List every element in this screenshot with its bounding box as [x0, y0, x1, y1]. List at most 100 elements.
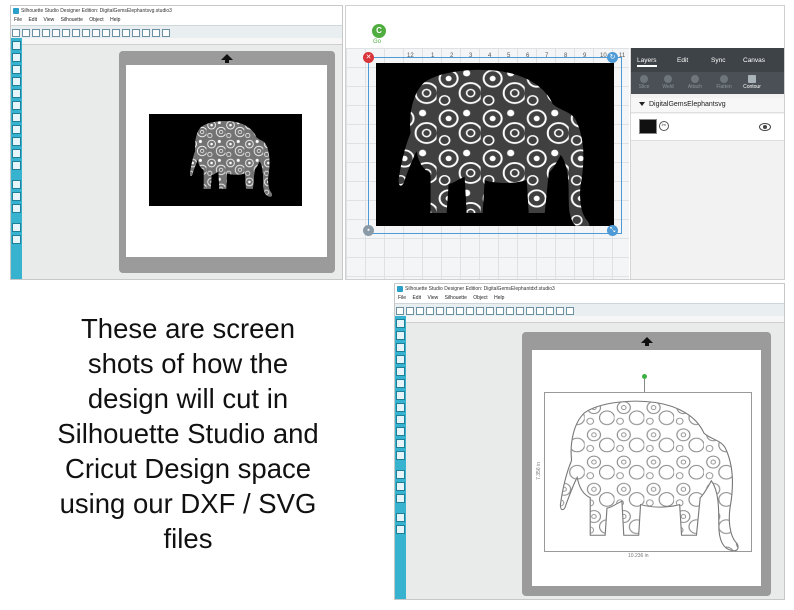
redo-icon[interactable]: [476, 307, 484, 315]
select-all-icon[interactable]: [102, 29, 110, 37]
group-icon[interactable]: [496, 307, 504, 315]
ungroup-icon[interactable]: [122, 29, 130, 37]
curve-tool-icon[interactable]: [12, 113, 21, 122]
selection-bounding-box[interactable]: [368, 57, 622, 234]
menu-edit[interactable]: Edit: [28, 17, 37, 23]
print-icon[interactable]: [426, 307, 434, 315]
paste-icon[interactable]: [72, 29, 80, 37]
ellipse-tool-icon[interactable]: [396, 367, 405, 376]
copy-icon[interactable]: [62, 29, 70, 37]
tab-canvas[interactable]: Canvas: [743, 57, 765, 64]
menu-silhouette[interactable]: Silhouette: [61, 17, 83, 23]
text-tool-icon[interactable]: [396, 415, 405, 424]
undo-icon[interactable]: [82, 29, 90, 37]
polygon-tool-icon[interactable]: [396, 379, 405, 388]
slice-button[interactable]: Slice: [633, 74, 655, 90]
print-icon[interactable]: [42, 29, 50, 37]
send-panel-icon[interactable]: [396, 513, 405, 522]
eraser-tool-icon[interactable]: [396, 427, 405, 436]
send-panel-icon[interactable]: [12, 223, 21, 232]
weld-button[interactable]: Weld: [657, 74, 679, 90]
rectangle-tool-icon[interactable]: [12, 77, 21, 86]
edit-points-tool-icon[interactable]: [396, 331, 405, 340]
undo-icon[interactable]: [466, 307, 474, 315]
select-all-icon[interactable]: [486, 307, 494, 315]
resize-handle-icon[interactable]: ⤡: [607, 225, 618, 236]
tab-sync[interactable]: Sync: [711, 57, 725, 64]
line-tool-icon[interactable]: [396, 343, 405, 352]
zoom-out-icon[interactable]: [526, 307, 534, 315]
cut-icon[interactable]: [436, 307, 444, 315]
layer-item[interactable]: ✂: [631, 114, 784, 141]
open-file-icon[interactable]: [22, 29, 30, 37]
menu-object[interactable]: Object: [89, 17, 103, 23]
menu-object[interactable]: Object: [473, 295, 487, 301]
pan-icon[interactable]: [162, 29, 170, 37]
store-icon[interactable]: [12, 192, 21, 201]
select-tool-icon[interactable]: [396, 319, 405, 328]
zoom-out-icon[interactable]: [142, 29, 150, 37]
freehand-tool-icon[interactable]: [12, 125, 21, 134]
delete-handle-icon[interactable]: ✕: [363, 52, 374, 63]
pan-icon[interactable]: [546, 307, 554, 315]
lock-handle-icon[interactable]: ▪: [363, 225, 374, 236]
eraser-tool-icon[interactable]: [12, 149, 21, 158]
knife-tool-icon[interactable]: [396, 439, 405, 448]
menu-silhouette[interactable]: Silhouette: [445, 295, 467, 301]
polygon-tool-icon[interactable]: [12, 101, 21, 110]
cut-operation-icon[interactable]: ✂: [659, 121, 669, 131]
selection-bounding-box[interactable]: [544, 392, 752, 552]
menu-view[interactable]: View: [43, 17, 54, 23]
menu-view[interactable]: View: [427, 295, 438, 301]
zoom-in-icon[interactable]: [132, 29, 140, 37]
attach-button[interactable]: Attach: [684, 74, 706, 90]
rotate-handle-icon[interactable]: ↻: [607, 52, 618, 63]
menu-help[interactable]: Help: [494, 295, 504, 301]
collapse-triangle-icon[interactable]: [639, 102, 645, 107]
curve-tool-icon[interactable]: [396, 391, 405, 400]
text-tool-icon[interactable]: [12, 137, 21, 146]
save-icon[interactable]: [416, 307, 424, 315]
zoom-fit-icon[interactable]: [536, 307, 544, 315]
visibility-eye-icon[interactable]: [759, 123, 771, 131]
new-file-icon[interactable]: [396, 307, 404, 315]
redo-icon[interactable]: [92, 29, 100, 37]
ellipse-tool-icon[interactable]: [12, 89, 21, 98]
replicate-icon[interactable]: [566, 307, 574, 315]
layer-group-row[interactable]: DigitalGemsElephantsvg: [631, 98, 784, 113]
menu-edit[interactable]: Edit: [412, 295, 421, 301]
knife-tool-icon[interactable]: [12, 161, 21, 170]
paste-icon[interactable]: [456, 307, 464, 315]
contour-button[interactable]: Contour: [741, 74, 763, 90]
freehand-tool-icon[interactable]: [396, 403, 405, 412]
line-tool-icon[interactable]: [12, 65, 21, 74]
library-icon[interactable]: [12, 180, 21, 189]
settings-icon[interactable]: [396, 525, 405, 534]
menu-file[interactable]: File: [398, 295, 406, 301]
eyedropper-tool-icon[interactable]: [396, 451, 405, 460]
settings-icon[interactable]: [12, 235, 21, 244]
flatten-button[interactable]: Flatten: [713, 74, 735, 90]
menu-file[interactable]: File: [14, 17, 22, 23]
group-icon[interactable]: [112, 29, 120, 37]
go-button[interactable]: C: [372, 24, 386, 38]
menu-help[interactable]: Help: [110, 17, 120, 23]
design-panel-icon[interactable]: [12, 204, 21, 213]
select-tool-icon[interactable]: [12, 41, 21, 50]
rectangle-tool-icon[interactable]: [396, 355, 405, 364]
save-icon[interactable]: [32, 29, 40, 37]
cut-icon[interactable]: [52, 29, 60, 37]
new-file-icon[interactable]: [12, 29, 20, 37]
zoom-fit-icon[interactable]: [152, 29, 160, 37]
open-file-icon[interactable]: [406, 307, 414, 315]
zoom-in-icon[interactable]: [516, 307, 524, 315]
library-icon[interactable]: [396, 470, 405, 479]
align-icon[interactable]: [556, 307, 564, 315]
ungroup-icon[interactable]: [506, 307, 514, 315]
store-icon[interactable]: [396, 482, 405, 491]
design-panel-icon[interactable]: [396, 494, 405, 503]
edit-points-tool-icon[interactable]: [12, 53, 21, 62]
copy-icon[interactable]: [446, 307, 454, 315]
tab-edit[interactable]: Edit: [677, 57, 688, 64]
tab-layers[interactable]: Layers: [637, 57, 657, 67]
